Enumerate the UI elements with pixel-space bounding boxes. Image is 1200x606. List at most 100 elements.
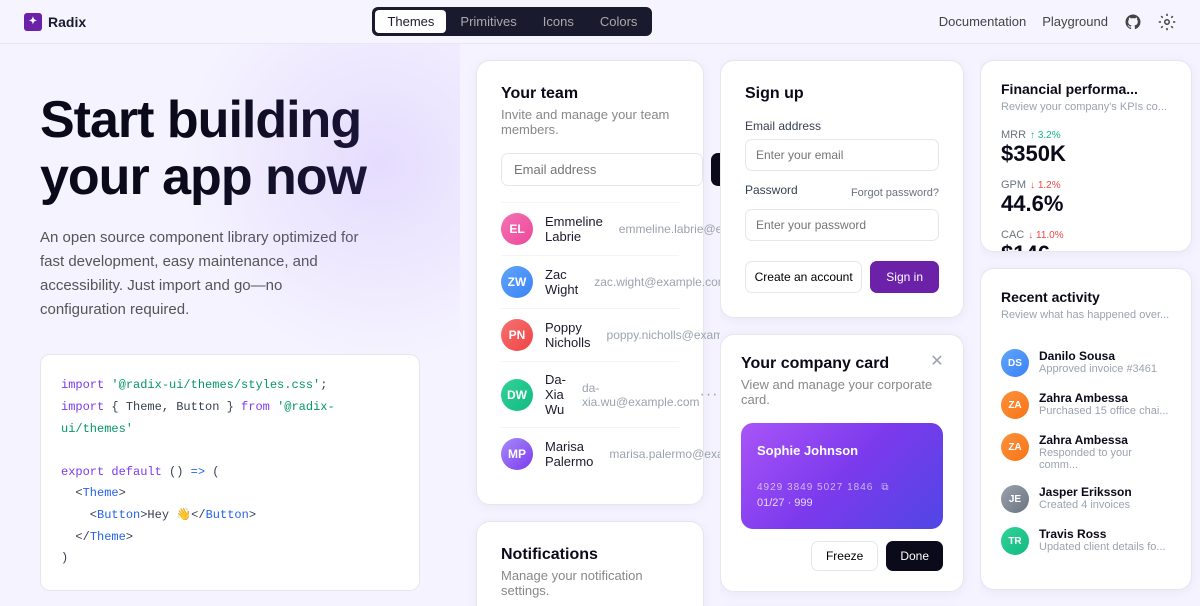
- activity-item: ZA Zahra Ambessa Responded to your comm.…: [1001, 433, 1171, 471]
- activity-items: DS Danilo Sousa Approved invoice #3461 Z…: [1001, 349, 1171, 555]
- metric-label: CAC ↓ 11.0%: [1001, 229, 1171, 241]
- card-number: 4929 3849 5027 1846 ⧉: [757, 482, 927, 493]
- member-more-button[interactable]: ···: [700, 386, 719, 404]
- logo-text: Radix: [48, 14, 86, 30]
- activity-item: JE Jasper Eriksson Created 4 invoices: [1001, 485, 1171, 513]
- activity-name: Danilo Sousa: [1039, 349, 1157, 363]
- team-member: ZW Zac Wight zac.wight@example.com ···: [501, 255, 679, 308]
- middle-panels: Your team Invite and manage your team me…: [460, 44, 720, 606]
- signup-card: Sign up Email address Password Forgot pa…: [720, 60, 964, 318]
- activity-title: Recent activity: [1001, 289, 1171, 305]
- avatar: EL: [501, 213, 533, 245]
- logo-icon: ✦: [24, 13, 42, 31]
- member-name: Da-Xia Wu: [545, 372, 566, 417]
- nav-right: Documentation Playground: [939, 13, 1176, 31]
- documentation-link[interactable]: Documentation: [939, 14, 1026, 29]
- financial-title: Financial performa...: [1001, 81, 1171, 97]
- activity-name: Zahra Ambessa: [1039, 391, 1168, 405]
- activity-avatar: ZA: [1001, 433, 1029, 461]
- metric-value: $146: [1001, 241, 1171, 252]
- member-name: Poppy Nicholls: [545, 320, 591, 350]
- invite-row: Invite: [501, 153, 679, 186]
- activity-desc: Created 4 invoices: [1039, 499, 1132, 511]
- activity-avatar: ZA: [1001, 391, 1029, 419]
- member-name: Marisa Palermo: [545, 439, 593, 469]
- activity-avatar: JE: [1001, 485, 1029, 513]
- team-card: Your team Invite and manage your team me…: [476, 60, 704, 505]
- activity-avatar: TR: [1001, 527, 1029, 555]
- financial-metrics: MRR ↑ 3.2% $350K GPM ↓ 1.2% 44.6% CAC ↓ …: [1001, 129, 1171, 252]
- activity-card: Recent activity Review what has happened…: [980, 268, 1192, 590]
- member-email: zac.wight@example.com: [594, 275, 720, 289]
- right-panels: Sign up Email address Password Forgot pa…: [720, 44, 980, 606]
- playground-link[interactable]: Playground: [1042, 14, 1108, 29]
- logo: ✦ Radix: [24, 13, 86, 31]
- notifications-title: Notifications: [501, 546, 679, 564]
- email-input[interactable]: [745, 139, 939, 171]
- metric-trend: ↑ 3.2%: [1030, 130, 1061, 141]
- notifications-subtitle: Manage your notification settings.: [501, 568, 679, 598]
- member-email: poppy.nicholls@example.com: [607, 328, 720, 342]
- avatar: PN: [501, 319, 533, 351]
- notifications-card: Notifications Manage your notification s…: [476, 521, 704, 606]
- tab-icons[interactable]: Icons: [531, 10, 586, 33]
- credit-card: Sophie Johnson 4929 3849 5027 1846 ⧉ 01/…: [741, 423, 943, 529]
- card-actions: Freeze Done: [741, 541, 943, 571]
- member-email: da-xia.wu@example.com: [582, 381, 700, 409]
- freeze-button[interactable]: Freeze: [811, 541, 878, 571]
- member-name: Zac Wight: [545, 267, 578, 297]
- metric-label: MRR ↑ 3.2%: [1001, 129, 1171, 141]
- company-card-close[interactable]: ✕: [927, 351, 947, 371]
- member-email: marisa.palermo@example.com: [609, 447, 720, 461]
- member-name: Emmeline Labrie: [545, 214, 603, 244]
- activity-name: Travis Ross: [1039, 527, 1166, 541]
- activity-name: Jasper Eriksson: [1039, 485, 1132, 499]
- activity-item: DS Danilo Sousa Approved invoice #3461: [1001, 349, 1171, 377]
- company-card-subtitle: View and manage your corporate card.: [741, 377, 943, 407]
- done-button[interactable]: Done: [886, 541, 943, 571]
- nav-tabs: Themes Primitives Icons Colors: [372, 7, 652, 36]
- activity-desc: Purchased 15 office chai...: [1039, 405, 1168, 417]
- metric-value: 44.6%: [1001, 191, 1171, 217]
- avatar: DW: [501, 379, 533, 411]
- metric-value: $350K: [1001, 141, 1171, 167]
- financial-subtitle: Review your company's KPIs co...: [1001, 101, 1171, 113]
- invite-input[interactable]: [501, 153, 703, 186]
- tab-colors[interactable]: Colors: [588, 10, 650, 33]
- avatar: MP: [501, 438, 533, 470]
- copy-icon[interactable]: ⧉: [881, 482, 889, 493]
- financial-card: Financial performa... Review your compan…: [980, 60, 1192, 252]
- hero-description: An open source component library optimiz…: [40, 226, 360, 322]
- signin-button[interactable]: Sign in: [870, 261, 939, 293]
- tab-themes[interactable]: Themes: [375, 10, 446, 33]
- password-input[interactable]: [745, 209, 939, 241]
- avatar: ZW: [501, 266, 533, 298]
- signup-title: Sign up: [745, 85, 939, 103]
- team-card-subtitle: Invite and manage your team members.: [501, 107, 679, 137]
- activity-item: TR Travis Ross Updated client details fo…: [1001, 527, 1171, 555]
- tab-primitives[interactable]: Primitives: [448, 10, 528, 33]
- metric-label: GPM ↓ 1.2%: [1001, 179, 1171, 191]
- password-row: Password Forgot password?: [745, 183, 939, 203]
- metric-row: GPM ↓ 1.2% 44.6%: [1001, 179, 1171, 217]
- activity-name: Zahra Ambessa: [1039, 433, 1171, 447]
- team-member: MP Marisa Palermo marisa.palermo@example…: [501, 427, 679, 480]
- company-card: Your company card View and manage your c…: [720, 334, 964, 592]
- settings-icon[interactable]: [1158, 13, 1176, 31]
- hero-section: Start building your app now An open sour…: [0, 44, 460, 606]
- activity-desc: Responded to your comm...: [1039, 447, 1171, 471]
- metric-row: MRR ↑ 3.2% $350K: [1001, 129, 1171, 167]
- forgot-password-link[interactable]: Forgot password?: [851, 187, 939, 199]
- team-member: EL Emmeline Labrie emmeline.labrie@examp…: [501, 202, 679, 255]
- nav-left: ✦ Radix: [24, 13, 86, 31]
- password-label: Password: [745, 183, 798, 197]
- github-icon[interactable]: [1124, 13, 1142, 31]
- far-right-panels: Financial performa... Review your compan…: [980, 44, 1200, 606]
- top-nav: ✦ Radix Themes Primitives Icons Colors D…: [0, 0, 1200, 44]
- create-account-button[interactable]: Create an account: [745, 261, 862, 293]
- hero-headline: Start building your app now: [40, 92, 420, 206]
- invite-button[interactable]: Invite: [711, 153, 720, 186]
- form-buttons: Create an account Sign in: [745, 261, 939, 293]
- team-member: DW Da-Xia Wu da-xia.wu@example.com ···: [501, 361, 679, 427]
- metric-trend: ↓ 1.2%: [1030, 180, 1061, 191]
